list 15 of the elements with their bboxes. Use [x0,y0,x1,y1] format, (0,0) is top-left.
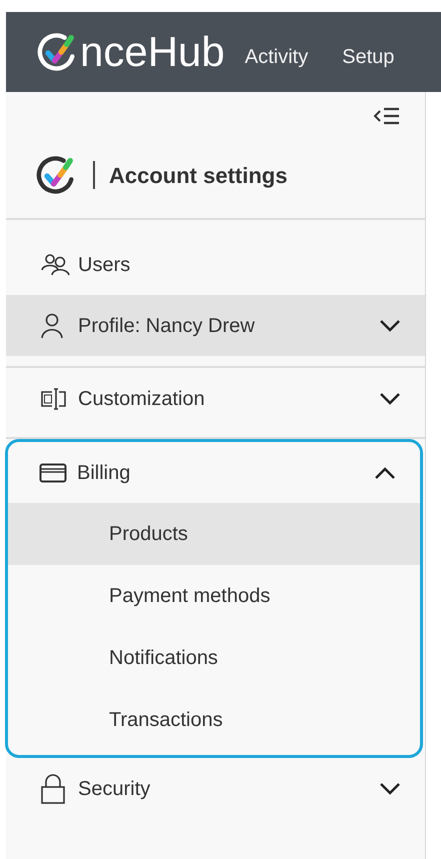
sidebar-title: Account settings [109,162,288,190]
nav-link[interactable]: Activity [244,42,308,72]
nav-link[interactable]: Setup [342,42,394,72]
submenu-item[interactable]: Transactions [8,689,420,751]
lock-icon [40,772,66,804]
submenu-item[interactable]: Products [8,503,420,565]
text-field-icon [40,386,68,412]
submenu-item[interactable]: Payment methods [8,565,420,627]
users-icon [40,252,72,276]
credit-card-icon [39,462,67,482]
logo[interactable]: nceHub [36,30,225,74]
collapse-menu-icon[interactable] [373,106,401,126]
user-icon [40,312,64,338]
submenu-item[interactable]: Notifications [8,627,420,689]
menu-item[interactable]: Profile: Nancy Drew [6,295,425,356]
